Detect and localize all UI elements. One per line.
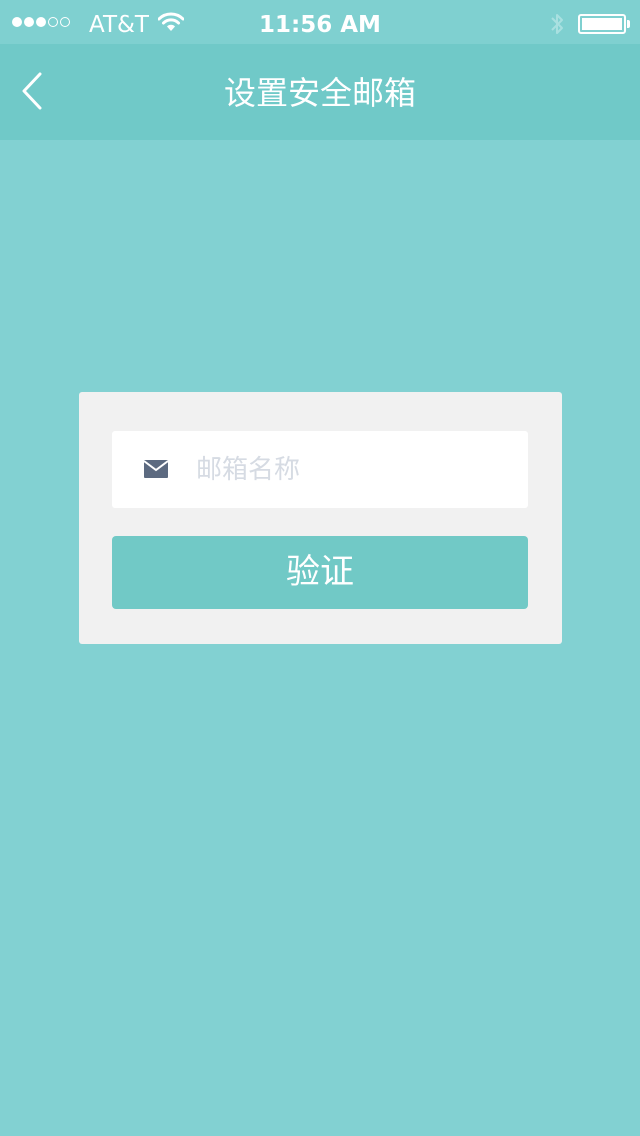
battery-icon bbox=[578, 14, 630, 34]
nav-bar: 设置安全邮箱 bbox=[0, 44, 640, 140]
battery-nub bbox=[627, 20, 630, 28]
battery-level bbox=[582, 18, 622, 30]
email-input[interactable] bbox=[196, 431, 516, 508]
verify-button[interactable]: 验证 bbox=[112, 536, 528, 609]
status-time: 11:56 AM bbox=[259, 12, 381, 38]
mail-icon bbox=[143, 460, 169, 482]
email-form-card: 验证 bbox=[79, 392, 562, 644]
bluetooth-icon bbox=[549, 12, 565, 40]
email-field[interactable] bbox=[112, 431, 528, 508]
page-title: 设置安全邮箱 bbox=[223, 74, 416, 112]
status-bar: AT&T 11:56 AM bbox=[0, 0, 640, 44]
